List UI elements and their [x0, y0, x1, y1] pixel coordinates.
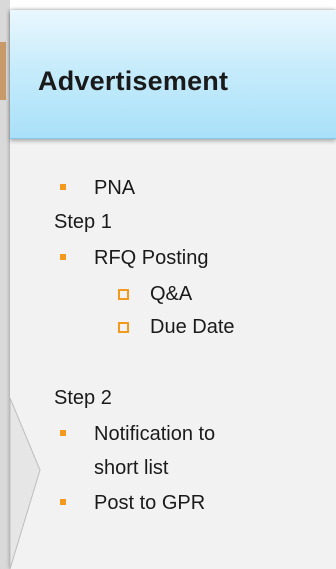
step2-label: Step 2	[54, 387, 112, 409]
list-item-notification-line1: Notification to	[94, 423, 216, 445]
square-bullet-icon	[60, 184, 66, 190]
hollow-square-bullet-icon	[118, 322, 129, 333]
sub-item-due-date: Due Date	[150, 316, 235, 338]
square-bullet-icon	[60, 499, 66, 505]
sub-item-qa: Q&A	[150, 283, 193, 305]
list-item-post-to-gpr: Post to GPR	[94, 492, 206, 514]
square-bullet-icon	[60, 254, 66, 260]
list-item-notification-line2: short list	[94, 457, 169, 479]
slide-page: Advertisement PNA Step 1 RFQ Posting Q&A…	[0, 0, 336, 569]
square-bullet-icon	[60, 430, 66, 436]
list-item-pna: PNA	[94, 177, 136, 199]
step-list: PNA Step 1 RFQ Posting Q&A Due Date Step…	[0, 0, 336, 569]
hollow-square-bullet-icon	[118, 289, 129, 300]
step1-label: Step 1	[54, 211, 112, 233]
list-item-rfq-posting: RFQ Posting	[94, 247, 209, 269]
